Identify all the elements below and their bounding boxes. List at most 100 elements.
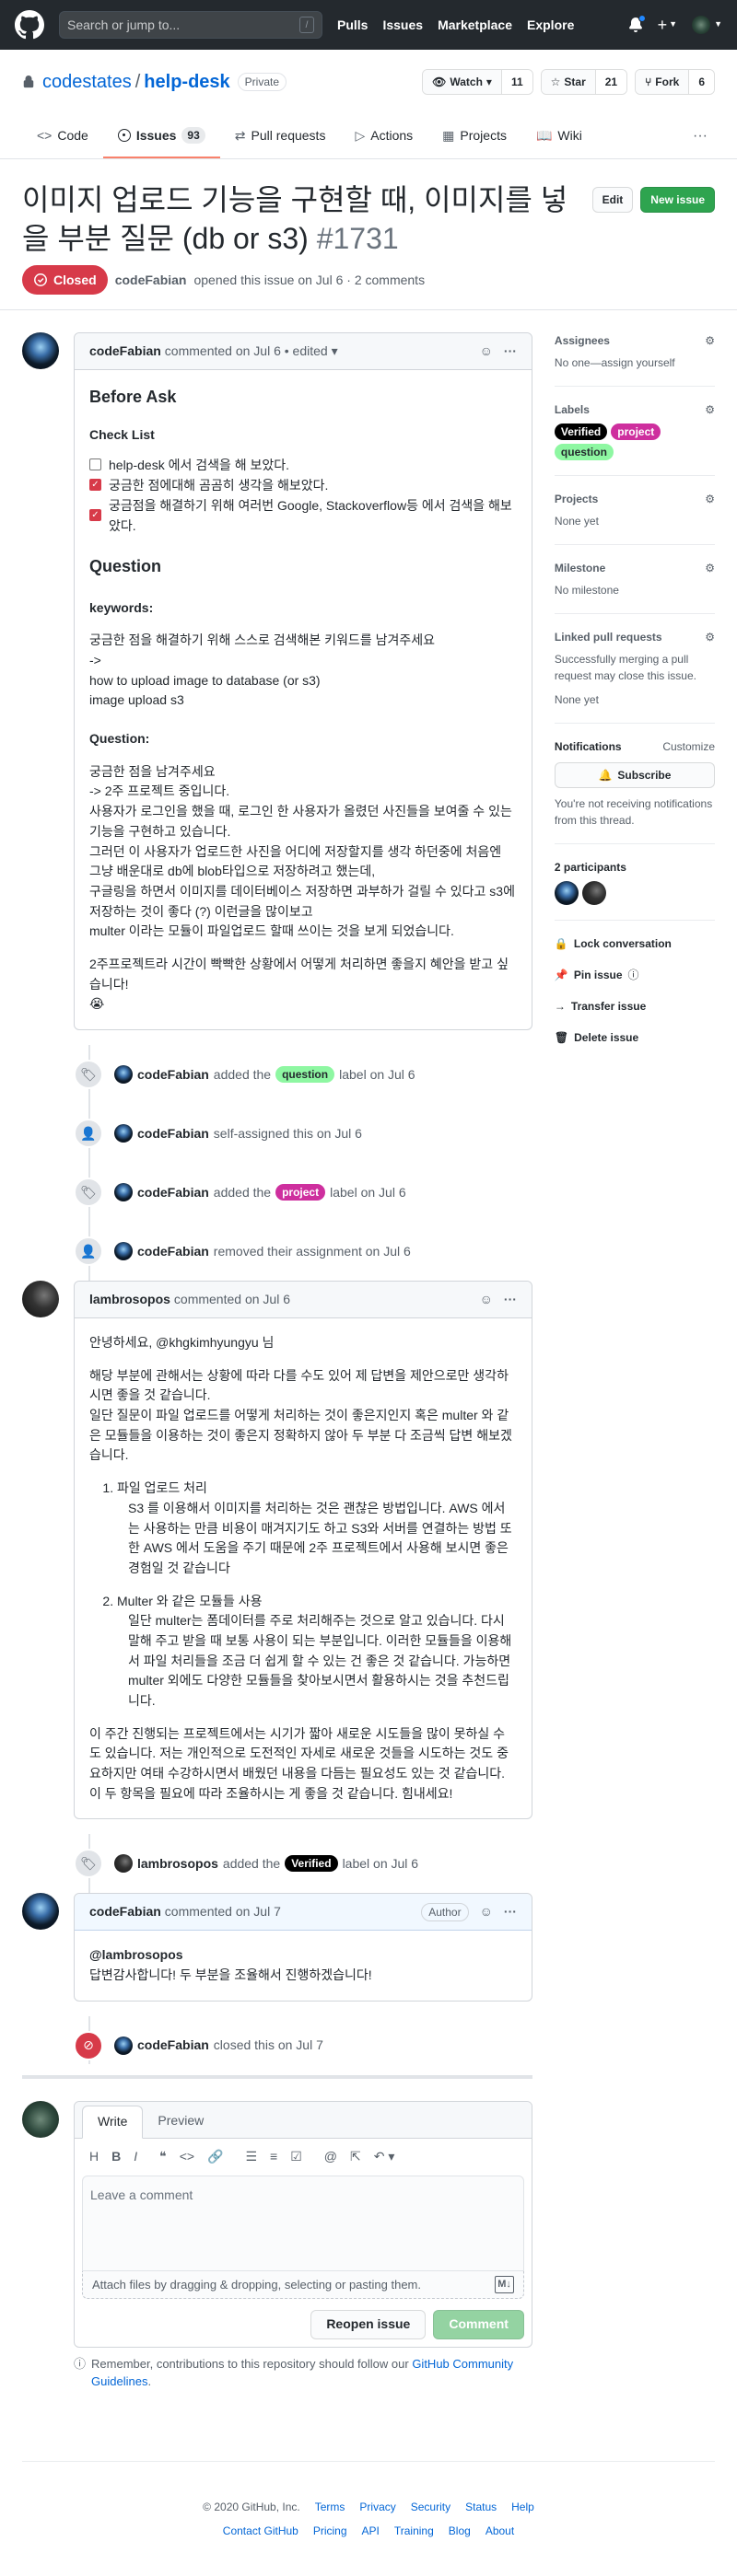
kebab-icon[interactable]: ··· [504, 1290, 517, 1309]
milestone-heading[interactable]: Milestone [555, 560, 605, 576]
footer-link-training[interactable]: Training [394, 2523, 434, 2539]
avatar[interactable] [114, 1183, 133, 1202]
avatar[interactable] [114, 1124, 133, 1143]
comment-meta[interactable]: commented on Jul 7 [165, 1902, 281, 1921]
smiley-icon[interactable]: ☺ [480, 1290, 493, 1309]
avatar[interactable] [114, 1065, 133, 1085]
label-question[interactable]: question [554, 444, 614, 461]
label-verified[interactable]: Verified [285, 1855, 338, 1873]
footer-link-contact[interactable]: Contact GitHub [223, 2523, 298, 2539]
tab-write[interactable]: Write [82, 2105, 144, 2139]
avatar[interactable] [22, 332, 59, 370]
gear-icon[interactable]: ⚙ [705, 401, 715, 418]
footer-link-status[interactable]: Status [465, 2499, 497, 2515]
link-icon[interactable]: 🔗 [207, 2147, 223, 2166]
gear-icon[interactable]: ⚙ [705, 332, 715, 349]
watch-count[interactable]: 11 [500, 70, 532, 94]
heading-icon[interactable]: H [89, 2147, 99, 2166]
tab-code[interactable]: <> Code [22, 114, 103, 158]
kebab-icon[interactable]: ··· [504, 342, 517, 361]
fork-count[interactable]: 6 [688, 70, 714, 94]
tasklist-icon[interactable]: ☑ [290, 2147, 302, 2166]
assignees-value[interactable]: No one—assign yourself [555, 354, 715, 371]
avatar[interactable] [22, 2100, 59, 2138]
checkbox[interactable] [89, 479, 101, 492]
nav-issues[interactable]: Issues [382, 16, 423, 35]
mention-link[interactable]: @lambrosopos [89, 1947, 183, 1962]
repo-name-link[interactable]: help-desk [144, 68, 229, 96]
subscribe-button[interactable]: 🔔 Subscribe [554, 762, 715, 789]
star-button[interactable]: ☆ Star [541, 70, 595, 94]
labels-heading[interactable]: Labels [555, 401, 590, 418]
linked-prs-heading[interactable]: Linked pull requests [555, 629, 662, 645]
delete-issue-button[interactable]: 🗑 Delete issue [555, 1022, 715, 1053]
avatar[interactable] [22, 1281, 59, 1318]
participant-avatar[interactable] [554, 881, 579, 906]
unordered-list-icon[interactable]: ☰ [245, 2147, 257, 2166]
footer-link-api[interactable]: API [362, 2523, 380, 2539]
comment-meta[interactable]: commented on Jul 6 • edited ▾ [165, 342, 338, 361]
footer-link-help[interactable]: Help [511, 2499, 534, 2515]
markdown-icon[interactable]: M↓ [495, 2276, 514, 2293]
comment-author[interactable]: lambrosopos [89, 1290, 170, 1309]
projects-heading[interactable]: Projects [555, 491, 598, 507]
fork-button[interactable]: ⑂ Fork [636, 70, 689, 94]
avatar[interactable] [114, 1854, 133, 1874]
participant-avatar[interactable] [581, 881, 606, 906]
star-count[interactable]: 21 [594, 70, 627, 94]
attach-files-zone[interactable]: Attach files by dragging & dropping, sel… [82, 2270, 524, 2299]
footer-link-privacy[interactable]: Privacy [359, 2499, 395, 2515]
avatar[interactable] [114, 1242, 133, 1261]
transfer-issue-button[interactable]: → Transfer issue [555, 991, 715, 1022]
footer-link-about[interactable]: About [485, 2523, 514, 2539]
nav-pulls[interactable]: Pulls [337, 16, 368, 35]
checklist-item[interactable]: 궁금점을 해결하기 위해 여러번 Google, Stackoverflow등 … [89, 495, 517, 536]
comment-meta[interactable]: commented on Jul 6 [174, 1290, 290, 1309]
cross-reference-icon[interactable]: ⇱ [350, 2147, 361, 2166]
label-question[interactable]: question [275, 1066, 335, 1084]
smiley-icon[interactable]: ☺ [480, 1902, 493, 1921]
edit-title-button[interactable]: Edit [591, 187, 634, 213]
user-avatar-menu[interactable]: ▼ [692, 16, 722, 34]
avatar[interactable] [114, 2036, 133, 2055]
footer-link-pricing[interactable]: Pricing [313, 2523, 347, 2539]
customize-link[interactable]: Customize [662, 738, 715, 755]
kebab-icon[interactable]: ··· [504, 1902, 517, 1921]
checklist-item[interactable]: 궁금한 점에대해 곰곰히 생각을 해보았다. [89, 475, 517, 495]
footer-link-terms[interactable]: Terms [315, 2499, 345, 2515]
italic-icon[interactable]: I [134, 2147, 137, 2166]
tab-actions[interactable]: ▷ Actions [340, 114, 427, 158]
nav-explore[interactable]: Explore [527, 16, 574, 35]
watch-button[interactable]: 👁 Watch ▾ [423, 70, 501, 94]
gear-icon[interactable]: ⚙ [705, 491, 715, 507]
search-input[interactable]: Search or jump to... / [59, 11, 322, 39]
tab-pull-requests[interactable]: ⇄ Pull requests [220, 114, 341, 158]
checkbox[interactable] [89, 509, 101, 522]
nav-marketplace[interactable]: Marketplace [438, 16, 512, 35]
checklist-item[interactable]: help-desk 에서 검색을 해 보았다. [89, 455, 517, 475]
gear-icon[interactable]: ⚙ [705, 560, 715, 576]
issue-author[interactable]: codeFabian [115, 271, 187, 290]
bell-icon[interactable] [628, 15, 646, 32]
avatar[interactable] [22, 1893, 59, 1931]
label-project[interactable]: project [275, 1184, 326, 1201]
pin-issue-button[interactable]: 📌 Pin issue ⓘ [555, 959, 715, 991]
lock-conversation-button[interactable]: 🔒 Lock conversation [555, 928, 715, 959]
smiley-icon[interactable]: ☺ [480, 342, 493, 361]
bold-icon[interactable]: B [111, 2147, 121, 2166]
label-project[interactable]: project [611, 424, 661, 441]
tab-projects[interactable]: ▦ Projects [427, 114, 521, 158]
checkbox[interactable] [89, 458, 101, 471]
mention-icon[interactable]: @ [324, 2147, 337, 2166]
tab-preview[interactable]: Preview [143, 2105, 218, 2138]
footer-link-blog[interactable]: Blog [449, 2523, 471, 2539]
gear-icon[interactable]: ⚙ [705, 629, 715, 645]
comment-author[interactable]: codeFabian [89, 1902, 161, 1921]
ordered-list-icon[interactable]: ≡ [270, 2147, 277, 2166]
assignees-heading[interactable]: Assignees [555, 332, 610, 349]
comment-author[interactable]: codeFabian [89, 342, 161, 361]
github-logo-icon[interactable] [15, 10, 44, 40]
new-issue-button[interactable]: New issue [640, 187, 715, 213]
more-tabs-kebab-icon[interactable]: ··· [685, 114, 715, 158]
reopen-issue-button[interactable]: Reopen issue [310, 2309, 427, 2339]
